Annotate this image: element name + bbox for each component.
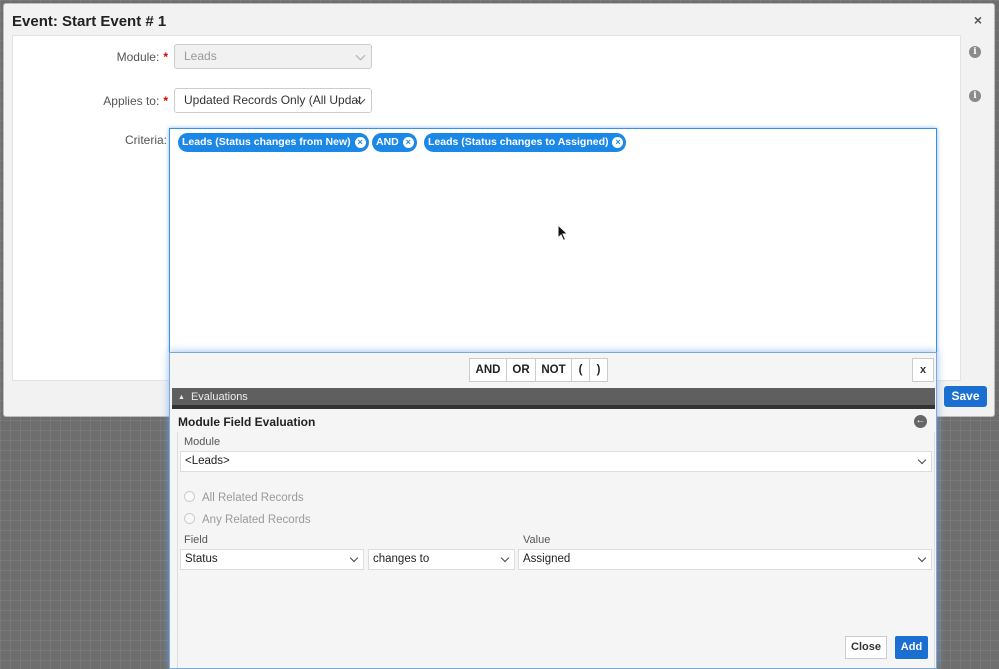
radio-any-related[interactable]: Any Related Records [184, 513, 311, 526]
modal-title: Event: Start Event # 1 [12, 13, 167, 30]
evaluation-title: Module Field Evaluation [178, 415, 316, 429]
operator-and-button[interactable]: AND [469, 358, 507, 382]
remove-icon[interactable]: × [354, 137, 366, 148]
chevron-down-icon [349, 553, 359, 563]
required-mark: * [163, 94, 168, 108]
applies-to-select-value: Updated Records Only (All Updat [184, 93, 362, 107]
criteria-builder-panel: AND OR NOT ( ) x ▲ Evaluations Module Fie… [169, 352, 937, 669]
save-button[interactable]: Save [944, 386, 987, 407]
required-mark: * [163, 50, 168, 64]
criteria-pill-label: Leads (Status changes to Assigned) [428, 136, 609, 148]
operator-or-button[interactable]: OR [506, 358, 536, 382]
evaluation-form: Module <Leads> All Related Records Any R… [177, 432, 935, 668]
field-label: Field [184, 534, 208, 546]
operator-toolbar: AND OR NOT ( ) [469, 358, 608, 382]
chevron-down-icon [355, 50, 366, 61]
field-select[interactable]: Status [180, 549, 364, 570]
criteria-pill-label: Leads (Status changes from New) [182, 136, 351, 148]
applies-to-select[interactable]: Updated Records Only (All Updat [174, 88, 372, 113]
collapse-icon: ▲ [178, 394, 185, 401]
module-label: Module: * [63, 50, 168, 64]
criteria-input[interactable]: Leads (Status changes from New) × AND × … [169, 128, 937, 353]
operator-select[interactable]: changes to [368, 549, 515, 570]
criteria-pill-label: AND [376, 136, 399, 148]
operator-not-button[interactable]: NOT [535, 358, 572, 382]
info-icon[interactable]: i [969, 90, 981, 102]
back-icon[interactable]: ← [914, 415, 927, 428]
eval-module-value: <Leads> [185, 455, 230, 467]
module-select-value: Leads [184, 49, 217, 63]
criteria-pill-operator[interactable]: AND × [372, 133, 417, 152]
criteria-pill[interactable]: Leads (Status changes to Assigned) × [424, 133, 627, 152]
radio-button[interactable] [184, 491, 195, 502]
value-select-value: Assigned [523, 553, 571, 565]
info-icon[interactable]: i [969, 46, 981, 58]
eval-module-label: Module [184, 436, 221, 448]
value-label: Value [523, 534, 551, 546]
chevron-down-icon [500, 553, 510, 563]
eval-module-select[interactable]: <Leads> [180, 451, 932, 472]
remove-icon[interactable]: × [612, 137, 624, 148]
module-label-text: Module: [116, 50, 160, 64]
evaluations-header[interactable]: ▲ Evaluations [172, 388, 935, 409]
criteria-label: Criteria: [124, 133, 167, 147]
operator-select-value: changes to [373, 553, 430, 565]
radio-all-related[interactable]: All Related Records [184, 491, 304, 504]
chevron-down-icon [917, 455, 927, 465]
applies-to-label: Applies to: * [63, 94, 168, 108]
module-select: Leads [174, 44, 372, 69]
radio-any-label: Any Related Records [202, 514, 311, 526]
operator-close-paren-button[interactable]: ) [589, 358, 608, 382]
close-icon[interactable]: × [974, 12, 982, 28]
applies-to-label-text: Applies to: [103, 94, 160, 108]
radio-all-label: All Related Records [202, 492, 304, 504]
criteria-pill[interactable]: Leads (Status changes from New) × [178, 133, 369, 152]
chevron-down-icon [917, 553, 927, 563]
remove-icon[interactable]: × [402, 137, 414, 148]
operator-open-paren-button[interactable]: ( [571, 358, 590, 382]
evaluations-label: Evaluations [190, 391, 248, 403]
value-select[interactable]: Assigned [518, 549, 932, 570]
close-operators-button[interactable]: x [912, 358, 934, 382]
add-button[interactable]: Add [895, 636, 928, 659]
close-button[interactable]: Close [845, 636, 887, 659]
radio-button[interactable] [184, 513, 195, 524]
mouse-cursor-icon [557, 224, 569, 242]
field-select-value: Status [185, 553, 218, 565]
